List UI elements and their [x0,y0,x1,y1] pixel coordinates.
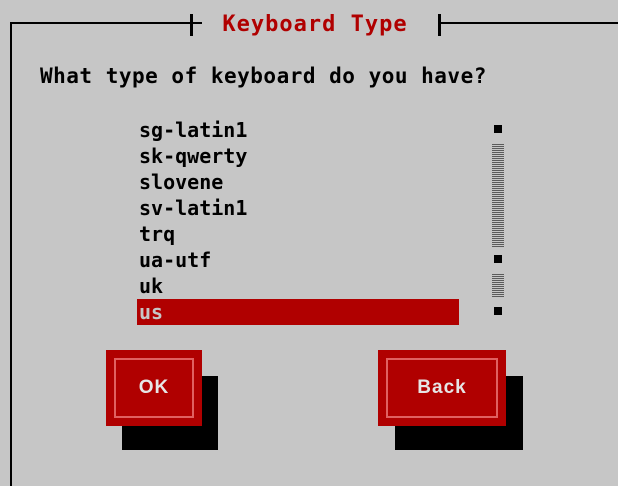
scrollbar-thumb[interactable] [494,255,502,263]
list-item[interactable]: sk-qwerty [137,143,459,169]
list-item[interactable]: ua-utf [137,247,459,273]
back-button[interactable]: Back [378,350,506,426]
list-item[interactable]: uk [137,273,459,299]
ok-button-label: OK [114,358,194,418]
list-item[interactable]: sg-latin1 [137,117,459,143]
scroll-down-arrow-icon[interactable] [494,307,502,315]
frame-title-left-tick [190,14,193,36]
list-item[interactable]: slovene [137,169,459,195]
frame-top-left [10,22,202,24]
list-item[interactable]: trq [137,221,459,247]
dialog-question: What type of keyboard do you have? [40,64,487,88]
frame-left [10,22,12,486]
dialog-title: Keyboard Type [202,10,428,40]
scrollbar-trough[interactable] [492,143,504,247]
scrollbar-trough-lower[interactable] [492,273,504,297]
frame-top-right [438,22,618,24]
list-item[interactable]: sv-latin1 [137,195,459,221]
keyboard-type-list[interactable]: sg-latin1 sk-qwerty slovene sv-latin1 tr… [137,117,459,325]
back-button-label: Back [386,358,498,418]
list-item-selected[interactable]: us [137,299,459,325]
scroll-up-arrow-icon[interactable] [494,125,502,133]
ok-button[interactable]: OK [106,350,202,426]
installer-screen: Keyboard Type What type of keyboard do y… [0,0,618,486]
frame-title-right-tick [438,14,441,36]
list-scrollbar[interactable] [492,117,504,325]
